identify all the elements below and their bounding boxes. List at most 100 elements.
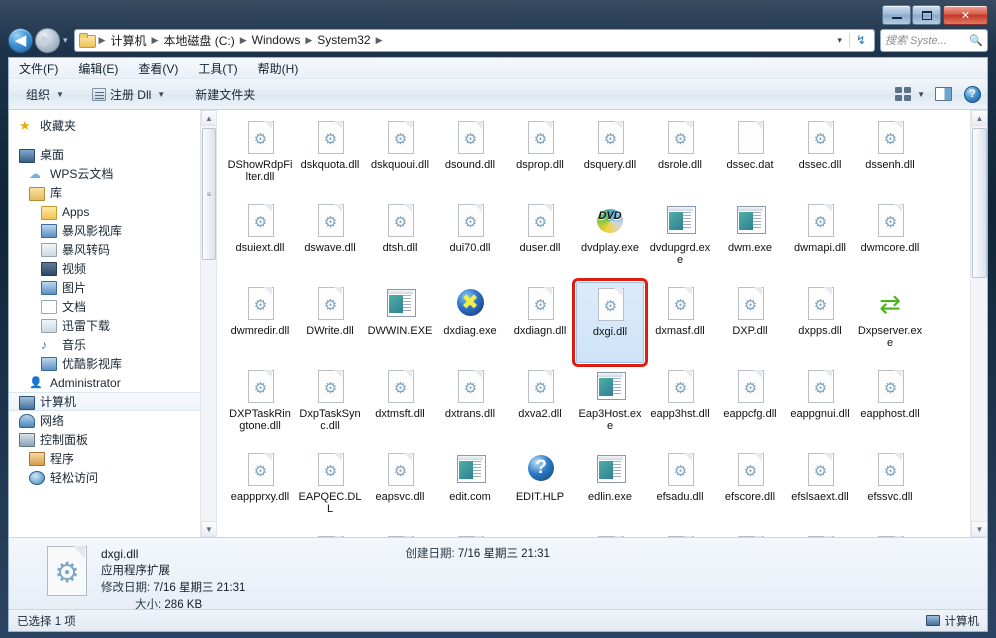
sidebar-scrollbar[interactable]: ▲ ≡ ▼	[200, 110, 216, 537]
menu-view[interactable]: 查看(V)	[138, 60, 188, 77]
file-item[interactable]: ⚙ dwmapi.dll	[786, 199, 854, 280]
file-item[interactable]: EhStorAuthn.exe	[506, 531, 574, 537]
file-item[interactable]: ⚙ dskquota.dll	[296, 116, 364, 197]
file-item[interactable]: ⚙ dssec.dll	[786, 116, 854, 197]
file-item[interactable]: ⚙ dui70.dll	[436, 199, 504, 280]
search-input[interactable]: 搜索 Syste... 🔍	[880, 28, 988, 52]
file-item[interactable]: ⚙ dxtrans.dll	[436, 365, 504, 446]
file-item[interactable]: ⚙ DShowRdpFilter.dll	[226, 116, 294, 197]
file-item[interactable]: DWWIN.EXE	[366, 282, 434, 363]
sidebar-item-documents[interactable]: 文档	[9, 297, 216, 316]
file-item[interactable]: ⚙ DWrite.dll	[296, 282, 364, 363]
file-item[interactable]: ⚙ dxmasf.dll	[646, 282, 714, 363]
file-item[interactable]: ⚙	[786, 531, 854, 537]
refresh-icon[interactable]: ↯	[848, 33, 872, 47]
sidebar-item-ease-of-access[interactable]: 轻松访问	[9, 468, 216, 487]
file-item[interactable]: ⇄ Dxpserver.exe	[856, 282, 924, 363]
file-item[interactable]: ⚙ dsprop.dll	[506, 116, 574, 197]
sidebar-item-control-panel[interactable]: 控制面板	[9, 430, 216, 449]
file-item[interactable]: ⚙ DXP.dll	[716, 282, 784, 363]
file-item-selected[interactable]: ⚙ dxgi.dll	[572, 278, 648, 367]
file-item[interactable]: ⚙ eappcfg.dll	[716, 365, 784, 446]
file-item[interactable]: ⚙ duser.dll	[506, 199, 574, 280]
file-item[interactable]: dvdupgrd.exe	[646, 199, 714, 280]
scroll-up-button[interactable]: ▲	[971, 110, 987, 126]
file-item[interactable]: DVD dvdplay.exe	[576, 199, 644, 280]
file-item[interactable]: ⚙ dwmredir.dll	[226, 282, 294, 363]
help-icon[interactable]: ?	[964, 85, 981, 103]
file-item[interactable]: ? EDIT.HLP	[506, 448, 574, 529]
maximize-button[interactable]	[912, 5, 941, 25]
sidebar-item-wps-cloud[interactable]: ☁ WPS云文档	[9, 164, 216, 183]
file-item[interactable]: edlin.exe	[576, 448, 644, 529]
close-button[interactable]: ✕	[943, 5, 988, 25]
menu-help[interactable]: 帮助(H)	[258, 60, 309, 77]
scroll-up-button[interactable]: ▲	[201, 110, 216, 126]
sidebar-item-youku-library[interactable]: 优酷影视库	[9, 354, 216, 373]
sidebar-item-computer[interactable]: 计算机	[9, 392, 216, 411]
file-item[interactable]: ⚙ efscore.dll	[716, 448, 784, 529]
file-item[interactable]: ⚙efsutil.dll	[296, 531, 364, 537]
breadcrumb-system32[interactable]: System32	[314, 33, 373, 47]
file-item[interactable]: ⚙ DxpTaskSync.dll	[296, 365, 364, 446]
breadcrumb-local-disk[interactable]: 本地磁盘 (C:)	[160, 32, 237, 49]
change-view-icon[interactable]	[895, 87, 912, 101]
sidebar-item-pictures[interactable]: 图片	[9, 278, 216, 297]
file-item[interactable]: ⚙ DXPTaskRingtone.dll	[226, 365, 294, 446]
sidebar-item-baofeng-transcode[interactable]: 暴风转码	[9, 240, 216, 259]
file-item[interactable]: dssec.dat	[716, 116, 784, 197]
file-item[interactable]: ⚙ dsound.dll	[436, 116, 504, 197]
file-item[interactable]: ⚙ dsrole.dll	[646, 116, 714, 197]
file-item[interactable]: dwm.exe	[716, 199, 784, 280]
file-item[interactable]: ⚙ dwmcore.dll	[856, 199, 924, 280]
scrollbar-thumb[interactable]: ≡	[202, 128, 216, 260]
file-item[interactable]: ega.cpi	[366, 531, 434, 537]
sidebar-item-administrator[interactable]: 👤 Administrator	[9, 373, 216, 392]
file-item[interactable]: ⚙ dsuiext.dll	[226, 199, 294, 280]
chevron-down-icon[interactable]: ▼	[917, 90, 925, 99]
file-item[interactable]: ⚙ dswave.dll	[296, 199, 364, 280]
menu-file[interactable]: 文件(F)	[19, 60, 68, 77]
file-item[interactable]: ⚙ eapsvc.dll	[366, 448, 434, 529]
file-item[interactable]: ⚙ efssvc.dll	[856, 448, 924, 529]
file-item[interactable]: ⚙ efsadu.dll	[646, 448, 714, 529]
address-dropdown-button[interactable]: ▾	[830, 35, 849, 46]
new-folder-button[interactable]: 新建文件夹	[188, 83, 262, 106]
menu-tools[interactable]: 工具(T)	[198, 60, 247, 77]
sidebar-item-videos[interactable]: 视频	[9, 259, 216, 278]
file-item[interactable]: edit.com	[436, 448, 504, 529]
file-item[interactable]: ⚙ dxdiagn.dll	[506, 282, 574, 363]
sidebar-item-libraries[interactable]: 库	[9, 183, 216, 202]
forward-button[interactable]: ▶	[35, 27, 60, 53]
file-item[interactable]: ⚙ dxpps.dll	[786, 282, 854, 363]
file-item[interactable]: ⚙ eappprxy.dll	[226, 448, 294, 529]
address-bar[interactable]: ▶ 计算机 ▶ 本地磁盘 (C:) ▶ Windows ▶ System32 ▶…	[73, 28, 875, 52]
sidebar-item-music[interactable]: ♪ 音乐	[9, 335, 216, 354]
file-item[interactable]: ⚙ dsquery.dll	[576, 116, 644, 197]
file-item[interactable]: ⚙	[856, 531, 924, 537]
preview-pane-icon[interactable]	[935, 87, 952, 101]
organize-button[interactable]: 组织 ▼	[19, 83, 71, 106]
file-item[interactable]: Eap3Host.exe	[576, 365, 644, 446]
sidebar-item-network[interactable]: 网络	[9, 411, 216, 430]
file-pane-scrollbar[interactable]: ▲ ▼	[970, 110, 987, 537]
file-list-pane[interactable]: ⚙ DShowRdpFilter.dll ⚙ dskquota.dll ⚙ dskquou…	[217, 110, 987, 537]
file-item[interactable]: ⚙ dxva2.dll	[506, 365, 574, 446]
file-item[interactable]: ⚙ EAPQEC.DLL	[296, 448, 364, 529]
menu-edit[interactable]: 编辑(E)	[78, 60, 128, 77]
file-item[interactable]: ⚙ efslsaext.dll	[786, 448, 854, 529]
file-item[interactable]: ⚙ eapp3hst.dll	[646, 365, 714, 446]
file-item[interactable]: ⚙ eappgnui.dll	[786, 365, 854, 446]
minimize-button[interactable]	[882, 5, 911, 25]
scroll-down-button[interactable]: ▼	[201, 521, 216, 537]
file-item[interactable]: ⚙ eapphost.dll	[856, 365, 924, 446]
file-item[interactable]: ✖ dxdiag.exe	[436, 282, 504, 363]
sidebar-item-desktop[interactable]: 桌面	[9, 145, 216, 164]
breadcrumb-windows[interactable]: Windows	[249, 33, 304, 47]
file-item[interactable]: ⚙	[576, 531, 644, 537]
sidebar-item-programs[interactable]: 程序	[9, 449, 216, 468]
back-button[interactable]: ◀	[8, 27, 33, 53]
sidebar-item-thunder-downloads[interactable]: 迅雷下载	[9, 316, 216, 335]
scrollbar-thumb[interactable]	[972, 128, 987, 278]
file-item[interactable]: ⚙	[646, 531, 714, 537]
